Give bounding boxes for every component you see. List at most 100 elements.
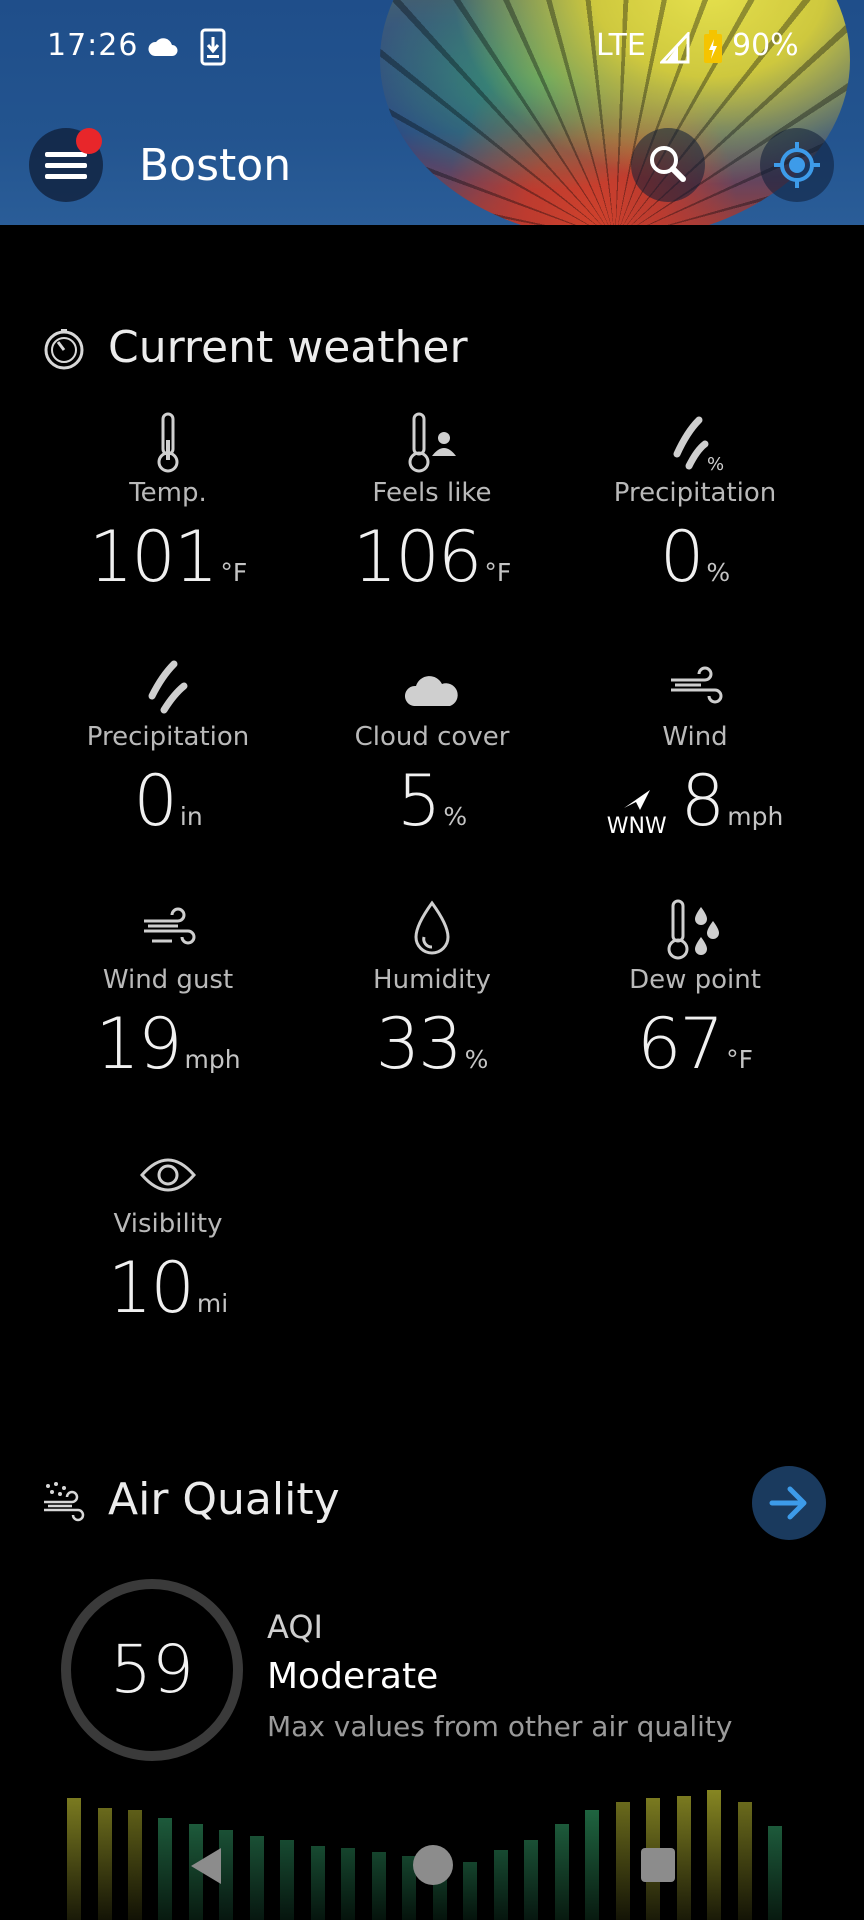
value-number: 8 bbox=[680, 760, 726, 842]
signal-icon bbox=[660, 32, 690, 64]
section-title-current-weather: Current weather bbox=[108, 322, 468, 373]
aqi-bar bbox=[158, 1818, 172, 1920]
aqi-value: 59 bbox=[110, 1631, 194, 1708]
header: 17:26 LTE 90% Boston bbox=[0, 0, 864, 225]
section-title-air-quality: Air Quality bbox=[108, 1474, 340, 1525]
weather-item-cloud-cover: Cloud cover 5% bbox=[300, 654, 564, 842]
weather-item-precipitation-chance: % Precipitation 0% bbox=[563, 410, 827, 598]
weather-item-value: 33% bbox=[300, 1003, 564, 1085]
nav-back-button[interactable] bbox=[185, 1844, 225, 1888]
weather-item-value: 106 °F bbox=[300, 516, 564, 598]
aqi-bar bbox=[128, 1810, 142, 1920]
weather-item-value: 67 °F bbox=[563, 1003, 827, 1085]
weather-item-label: Visibility bbox=[113, 1209, 223, 1239]
nav-home-button[interactable] bbox=[413, 1845, 453, 1885]
nav-recents-button[interactable] bbox=[641, 1848, 675, 1882]
my-location-icon bbox=[774, 142, 820, 188]
aqi-bar bbox=[67, 1798, 81, 1920]
wind-direction: WNW bbox=[607, 788, 667, 842]
hamburger-menu-icon bbox=[45, 152, 87, 157]
value-number: 10 bbox=[107, 1247, 195, 1329]
hamburger-menu-line bbox=[45, 163, 87, 168]
weather-item-feels-like: Feels like 106 °F bbox=[300, 410, 564, 598]
aqi-bar bbox=[738, 1802, 752, 1920]
aqi-bar bbox=[616, 1802, 630, 1920]
thermometer-icon bbox=[157, 412, 179, 473]
eye-icon bbox=[140, 1158, 196, 1192]
wind-direction-arrow-icon bbox=[623, 790, 650, 810]
value-number: 106 bbox=[352, 516, 483, 598]
hamburger-menu-line bbox=[45, 174, 87, 179]
download-icon bbox=[200, 28, 226, 66]
weather-item-visibility: Visibility 10 mi bbox=[36, 1141, 300, 1329]
city-name[interactable]: Boston bbox=[139, 140, 291, 191]
weather-item-value: 101 °F bbox=[36, 516, 300, 598]
weather-item-value: 5% bbox=[300, 760, 564, 842]
weather-item-label: Cloud cover bbox=[354, 722, 510, 752]
value-number: 0 bbox=[659, 516, 705, 598]
aqi-bar bbox=[677, 1796, 691, 1920]
cloud-icon bbox=[404, 676, 458, 706]
aqi-bar bbox=[524, 1840, 538, 1920]
value-number: 19 bbox=[95, 1003, 182, 1085]
value-number: 0 bbox=[133, 760, 178, 842]
weather-item-label: Temp. bbox=[129, 478, 207, 508]
aqi-bar bbox=[250, 1836, 264, 1920]
weather-item-precipitation-amount: Precipitation 0 in bbox=[36, 654, 300, 842]
notification-badge bbox=[76, 128, 102, 154]
aqi-category: Moderate bbox=[267, 1656, 439, 1697]
value-unit: % bbox=[464, 1045, 489, 1074]
wind-direction-label: WNW bbox=[606, 814, 667, 839]
my-location-button[interactable] bbox=[760, 128, 834, 202]
weather-item-humidity: Humidity 33% bbox=[300, 897, 564, 1085]
value-unit: °F bbox=[220, 558, 248, 587]
aqi-bar bbox=[98, 1808, 112, 1920]
search-button[interactable] bbox=[631, 128, 705, 202]
air-quality-icon bbox=[44, 1482, 85, 1522]
value-number: 33 bbox=[375, 1003, 463, 1085]
weather-item-label: Feels like bbox=[372, 478, 492, 508]
weather-item-label: Wind bbox=[662, 722, 728, 752]
aqi-bar bbox=[494, 1850, 508, 1920]
aqi-bar bbox=[555, 1824, 569, 1920]
aqi-description: Max values from other air quality bbox=[267, 1710, 733, 1743]
svg-text:%: % bbox=[707, 454, 724, 474]
battery-percent: 90% bbox=[732, 28, 799, 63]
weather-item-value: WNW 8 mph bbox=[563, 760, 827, 842]
value-unit: in bbox=[179, 802, 203, 831]
weather-item-value: 0% bbox=[563, 516, 827, 598]
aqi-bar bbox=[768, 1826, 782, 1920]
air-quality-details-button[interactable] bbox=[752, 1466, 826, 1540]
value-unit: % bbox=[706, 558, 731, 587]
weather-item-wind-gust: Wind gust 19 mph bbox=[36, 897, 300, 1085]
weather-item-label: Humidity bbox=[373, 965, 491, 995]
value-unit: °F bbox=[484, 558, 512, 587]
humidity-drop-icon bbox=[414, 900, 450, 955]
aqi-label: AQI bbox=[267, 1608, 323, 1646]
value-unit: mi bbox=[196, 1289, 229, 1318]
aqi-bar bbox=[585, 1810, 599, 1920]
value-unit: °F bbox=[726, 1045, 753, 1074]
status-time: 17:26 bbox=[47, 28, 139, 63]
wind-icon bbox=[671, 666, 723, 704]
dew-point-icon bbox=[667, 899, 719, 960]
network-type: LTE bbox=[596, 28, 646, 63]
value-unit: % bbox=[443, 802, 468, 831]
weather-item-label: Precipitation bbox=[86, 722, 250, 752]
arrow-right-icon bbox=[769, 1486, 807, 1520]
value-unit: mph bbox=[727, 802, 784, 831]
aqi-bar bbox=[280, 1840, 294, 1920]
weather-item-temp: Temp. 101 °F bbox=[36, 410, 300, 598]
search-icon bbox=[650, 146, 686, 182]
value-unit: mph bbox=[184, 1045, 241, 1074]
battery-charging-icon bbox=[704, 30, 722, 63]
weather-item-label: Dew point bbox=[629, 965, 761, 995]
weather-item-wind: Wind WNW 8 mph bbox=[563, 654, 827, 842]
thermometer-person-icon bbox=[408, 412, 456, 473]
precipitation-percent-icon: % bbox=[673, 416, 724, 474]
clock-icon bbox=[44, 329, 84, 370]
value-number: 101 bbox=[88, 516, 219, 598]
aqi-bar bbox=[463, 1862, 477, 1920]
wind-gust-icon bbox=[144, 907, 196, 945]
aqi-bar bbox=[707, 1790, 721, 1920]
